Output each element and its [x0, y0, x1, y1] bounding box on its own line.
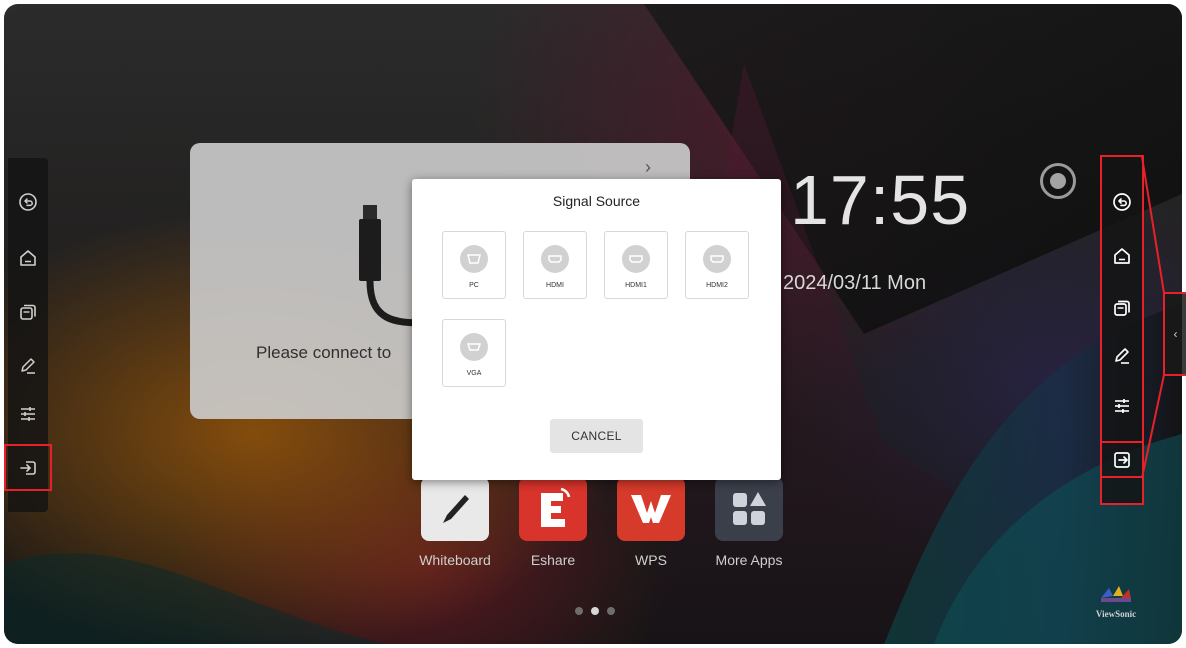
signal-source-dialog: Signal Source PC HDMI HDMI1 HDMI2 VGA CA…	[412, 179, 781, 480]
card-next-arrow-icon[interactable]: ›	[645, 157, 651, 178]
left-annotate-button[interactable]	[8, 346, 48, 386]
hdmi-port-icon	[541, 245, 569, 273]
source-option-hdmi[interactable]: HDMI	[523, 231, 587, 299]
eshare-icon	[519, 477, 587, 541]
clock-date: 2024/03/11 Mon	[783, 272, 927, 294]
back-icon	[19, 193, 37, 211]
home-icon	[20, 250, 36, 266]
source-option-hdmi1[interactable]: HDMI1	[604, 231, 668, 299]
whiteboard-pen-icon	[421, 477, 489, 541]
source-label: VGA	[466, 370, 482, 377]
viewsonic-birds-logo-icon	[1101, 586, 1131, 602]
left-settings-button[interactable]	[8, 394, 48, 434]
clock-time: 17:55	[790, 161, 971, 239]
left-home-button[interactable]	[8, 238, 48, 278]
source-label: HDMI1	[625, 282, 647, 289]
settings-sliders-icon	[21, 407, 35, 421]
source-label: HDMI	[546, 282, 564, 289]
app-eshare[interactable]: Eshare	[517, 477, 589, 568]
record-toggle-icon[interactable]	[1040, 163, 1076, 199]
app-label: Whiteboard	[419, 552, 491, 568]
source-option-vga[interactable]: VGA	[442, 319, 506, 387]
page-dot[interactable]	[575, 607, 583, 615]
left-input-highlight-box	[4, 444, 52, 491]
wps-icon	[617, 477, 685, 541]
left-multitask-button[interactable]	[8, 292, 48, 332]
app-label: More Apps	[715, 552, 783, 568]
hdmi-port-icon	[703, 245, 731, 273]
right-input-highlight-box	[1100, 441, 1144, 478]
dialog-title: Signal Source	[552, 193, 641, 209]
cancel-button[interactable]: CANCEL	[550, 419, 643, 453]
viewsonic-logo: ViewSonic	[1090, 584, 1142, 619]
app-more-apps[interactable]: More Apps	[713, 477, 785, 568]
source-option-hdmi2[interactable]: HDMI2	[685, 231, 749, 299]
app-label: WPS	[635, 552, 667, 568]
page-indicator	[575, 607, 615, 615]
page-dot-active[interactable]	[591, 607, 599, 615]
toolbar-collapse-handle[interactable]: ‹	[1163, 292, 1186, 376]
more-apps-grid-icon	[715, 477, 783, 541]
source-label: PC	[469, 282, 479, 289]
app-label: Eshare	[530, 552, 576, 568]
app-whiteboard[interactable]: Whiteboard	[419, 477, 491, 568]
app-wps[interactable]: WPS	[615, 477, 687, 568]
hdmi-port-icon	[622, 245, 650, 273]
card-message: Please connect to	[256, 343, 392, 362]
vga-port-icon	[460, 333, 488, 361]
pc-port-icon	[460, 245, 488, 273]
annotate-pen-icon	[21, 358, 35, 374]
source-option-pc[interactable]: PC	[442, 231, 506, 299]
left-back-button[interactable]	[8, 182, 48, 222]
brand-label: ViewSonic	[1095, 609, 1137, 619]
multitask-icon	[20, 304, 36, 320]
source-label: HDMI2	[706, 282, 728, 289]
page-dot[interactable]	[607, 607, 615, 615]
